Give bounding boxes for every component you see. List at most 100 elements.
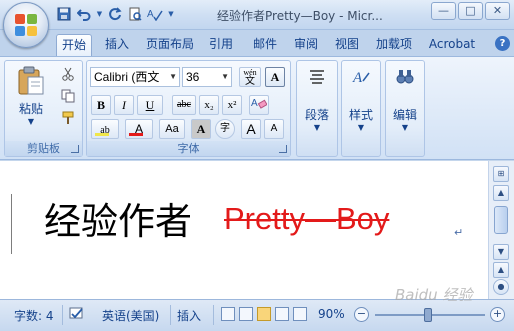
zoom-level[interactable]: 90% <box>318 307 345 321</box>
paste-label: 粘贴 <box>18 102 43 116</box>
tab-view[interactable]: 视图 <box>332 34 362 56</box>
insert-mode[interactable]: 插入 <box>177 307 201 324</box>
language-indicator[interactable]: 英语(美国) <box>102 307 159 324</box>
styles-button[interactable]: A 样式 ▼ <box>344 67 378 132</box>
italic-button[interactable]: I <box>114 95 134 115</box>
window-controls: — □ ✕ <box>431 2 510 20</box>
change-case-button[interactable]: Aa <box>159 119 185 139</box>
clipboard-launcher[interactable] <box>71 145 79 153</box>
editing-label: 编辑 <box>392 108 417 122</box>
undo-icon[interactable] <box>76 6 92 22</box>
editing-group: 编辑 ▼ <box>385 60 425 157</box>
binoculars-icon <box>396 70 414 84</box>
font-name-combo[interactable]: Calibri (西文 ▼ <box>90 67 180 87</box>
paragraph-mark: ↵ <box>454 226 464 239</box>
font-color-swatch <box>129 133 143 136</box>
status-divider <box>170 305 171 325</box>
strikethrough-button[interactable]: abc <box>172 95 196 115</box>
office-logo-icon <box>15 14 38 37</box>
customize-qat-icon[interactable]: ▼ <box>167 6 175 22</box>
chevron-down-icon: ▼ <box>357 123 365 132</box>
chevron-down-icon[interactable]: ▼ <box>96 6 103 22</box>
vertical-scrollbar[interactable]: ⊞ ▲ ▼ ▲ ● <box>488 161 514 299</box>
proofing-icon[interactable] <box>68 306 86 325</box>
tab-acrobat[interactable]: Acrobat <box>426 34 478 56</box>
paste-button[interactable]: 粘贴 ▼ <box>11 65 51 126</box>
print-preview-icon[interactable] <box>127 6 143 22</box>
browse-object-button[interactable]: ● <box>493 279 509 295</box>
ribbon: 粘贴 ▼ 剪贴板 Calibri (西文 ▼ 36 ▼ wén 文 A B I U <box>0 56 514 160</box>
document-text-red[interactable]: Pretty—Boy <box>224 201 389 237</box>
previous-page-button[interactable]: ▲ <box>493 262 509 278</box>
tab-review[interactable]: 审阅 <box>291 34 321 56</box>
chevron-down-icon: ▼ <box>313 123 321 132</box>
zoom-out-button[interactable]: − <box>354 307 369 322</box>
char-shading-button[interactable]: A <box>191 119 211 139</box>
editing-button[interactable]: 编辑 ▼ <box>388 67 422 132</box>
styles-label: 样式 <box>348 108 373 122</box>
tab-mailings[interactable]: 邮件 <box>250 34 280 56</box>
char-border-button[interactable]: A <box>265 67 285 87</box>
paragraph-button[interactable]: 段落 ▼ <box>299 67 335 132</box>
help-icon[interactable]: ? <box>495 36 510 51</box>
print-layout-view-icon[interactable] <box>221 307 235 321</box>
tab-insert[interactable]: 插入 <box>100 34 134 56</box>
paragraph-icon <box>310 70 324 84</box>
web-layout-view-icon[interactable] <box>257 307 271 321</box>
minimize-button[interactable]: — <box>431 2 456 20</box>
font-launcher[interactable] <box>279 145 287 153</box>
scroll-thumb[interactable] <box>494 206 508 234</box>
grow-font-button[interactable]: A <box>241 119 261 139</box>
font-name-value: Calibri (西文 <box>94 70 160 84</box>
font-size-combo[interactable]: 36 ▼ <box>182 67 232 87</box>
draft-view-icon[interactable] <box>293 307 307 321</box>
scroll-up-button[interactable]: ▲ <box>493 185 509 201</box>
close-button[interactable]: ✕ <box>485 2 510 20</box>
underline-button[interactable]: U <box>137 95 163 115</box>
document-text-black[interactable]: 经验作者 <box>44 191 192 245</box>
tab-addins[interactable]: 加载项 <box>373 34 415 56</box>
format-painter-icon[interactable] <box>60 111 76 127</box>
bold-button[interactable]: B <box>91 95 111 115</box>
font-group: Calibri (西文 ▼ 36 ▼ wén 文 A B I U abc x₂ x… <box>86 60 291 157</box>
redo-icon[interactable] <box>107 6 123 22</box>
paste-icon <box>18 66 44 95</box>
cut-icon[interactable] <box>60 67 76 83</box>
chevron-down-icon: ▼ <box>27 117 35 126</box>
tab-references[interactable]: 引用 <box>206 34 236 56</box>
text-cursor-bar <box>11 194 12 254</box>
tab-page-layout[interactable]: 页面布局 <box>143 34 197 56</box>
highlight-button[interactable]: ab <box>91 119 119 139</box>
svg-text:A: A <box>352 70 363 86</box>
subscript-button[interactable]: x₂ <box>199 95 219 115</box>
chevron-down-icon: ▼ <box>401 123 409 132</box>
full-screen-reading-view-icon[interactable] <box>239 307 253 321</box>
shrink-font-button[interactable]: A <box>264 119 284 139</box>
copy-icon[interactable] <box>60 89 76 105</box>
chevron-down-icon: ▼ <box>169 72 177 81</box>
svg-text:A: A <box>147 9 154 20</box>
word-count[interactable]: 字数: 4 <box>14 307 54 324</box>
office-button[interactable] <box>3 2 49 48</box>
save-icon[interactable] <box>56 6 72 22</box>
outline-view-icon[interactable] <box>275 307 289 321</box>
font-size-value: 36 <box>186 70 200 84</box>
font-group-label: 字体 <box>87 141 290 156</box>
ruler-toggle-icon[interactable]: ⊞ <box>493 166 509 182</box>
status-divider <box>62 305 63 325</box>
ribbon-tabs: 开始 插入 页面布局 引用 邮件 审阅 视图 加载项 Acrobat <box>0 30 514 56</box>
zoom-slider-thumb[interactable] <box>424 308 432 322</box>
styles-icon: A <box>352 70 370 86</box>
styles-group: A 样式 ▼ <box>341 60 381 157</box>
font-color-button[interactable]: A <box>125 119 153 139</box>
maximize-button[interactable]: □ <box>458 2 483 20</box>
scroll-down-button[interactable]: ▼ <box>493 244 509 260</box>
spelling-icon[interactable]: A <box>147 6 163 22</box>
clear-formatting-button[interactable]: A <box>249 95 269 115</box>
status-divider <box>213 305 214 325</box>
zoom-in-button[interactable]: + <box>490 307 505 322</box>
enclose-characters-button[interactable]: 字 <box>215 119 235 139</box>
tab-home[interactable]: 开始 <box>56 34 92 56</box>
superscript-button[interactable]: x² <box>222 95 242 115</box>
phonetic-guide-button[interactable]: wén 文 <box>239 67 261 87</box>
